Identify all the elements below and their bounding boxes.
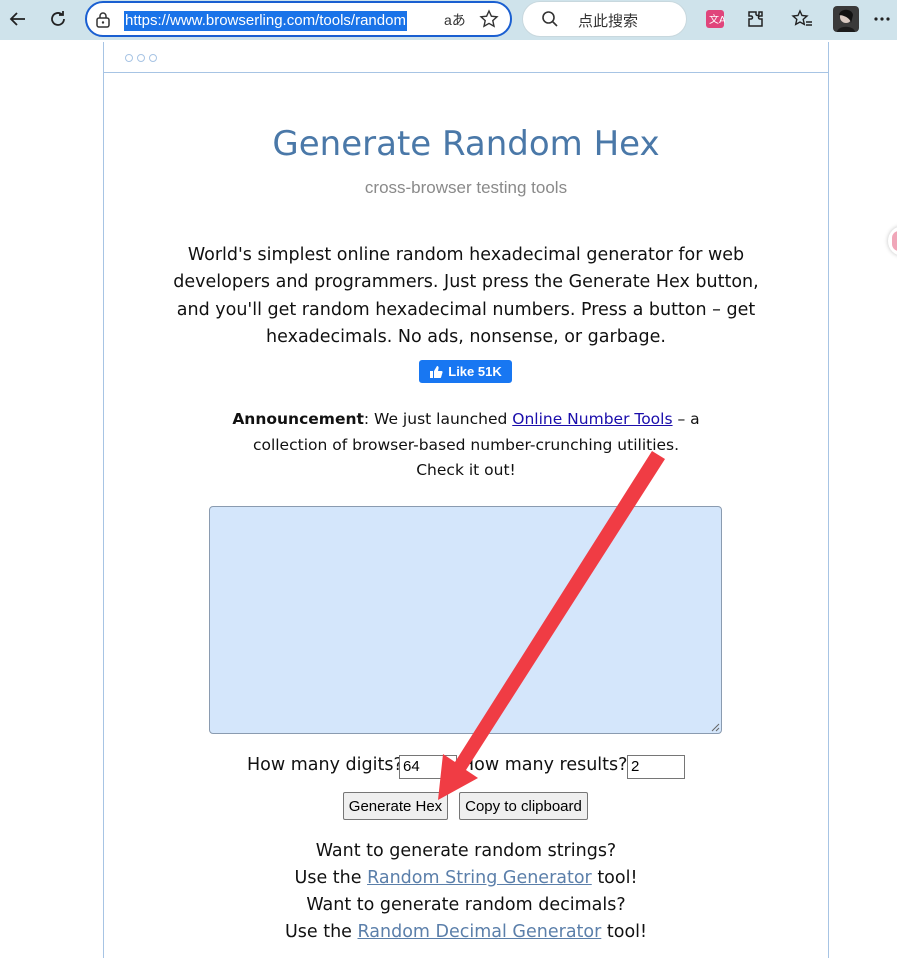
url-text[interactable]: https://www.browserling.com/tools/random — [124, 11, 407, 31]
random-string-generator-link[interactable]: Random String Generator — [367, 868, 592, 888]
search-box[interactable]: 点此搜索 — [522, 1, 687, 37]
intro-text: World's simplest online random hexadecim… — [173, 245, 759, 347]
svg-text:文A: 文A — [709, 13, 725, 26]
window-dots — [125, 54, 157, 62]
back-arrow-icon[interactable] — [2, 4, 34, 34]
refresh-icon[interactable] — [42, 4, 74, 34]
more-line-4: Use the Random Decimal Generator tool! — [103, 919, 829, 946]
online-number-tools-link[interactable]: Online Number Tools — [512, 410, 672, 428]
more-line-3: Want to generate random decimals? — [306, 895, 626, 915]
generate-hex-button[interactable]: Generate Hex — [343, 792, 448, 820]
random-decimal-generator-link[interactable]: Random Decimal Generator — [358, 922, 602, 942]
page-title: Generate Random Hex — [272, 124, 660, 164]
translate-icon[interactable]: 文A — [699, 4, 731, 34]
puzzle-icon[interactable] — [740, 4, 772, 34]
dot-icon — [149, 54, 157, 62]
thumbs-up-icon — [430, 365, 443, 378]
address-bar[interactable]: https://www.browserling.com/tools/random… — [85, 1, 512, 37]
digits-label: How many digits? — [247, 755, 403, 775]
output-textarea[interactable] — [209, 506, 722, 734]
like-label: Like 51K — [448, 364, 502, 379]
digits-input[interactable]: 64 — [399, 755, 457, 779]
results-input[interactable]: 2 — [627, 755, 685, 779]
dot-icon — [137, 54, 145, 62]
frame-header — [103, 42, 829, 73]
more-line-2-before: Use the — [294, 868, 368, 888]
star-icon[interactable] — [479, 9, 499, 33]
page-subtitle: cross-browser testing tools — [364, 178, 568, 197]
more-tools: Want to generate random strings? Use the… — [103, 838, 829, 946]
favorites-icon[interactable] — [786, 4, 818, 34]
more-line-4-before: Use the — [284, 922, 358, 942]
more-line-1: Want to generate random strings? — [315, 841, 617, 861]
avatar[interactable] — [830, 4, 862, 34]
announcement: Announcement: We just launched Online Nu… — [230, 407, 702, 484]
lock-icon[interactable] — [95, 11, 111, 33]
options-row: How many digits? 64 How many results? 2 — [103, 755, 829, 781]
search-icon — [541, 10, 559, 32]
announcement-label: Announcement — [232, 410, 364, 428]
more-line-4-after: tool! — [601, 922, 648, 942]
facebook-like-button[interactable]: Like 51K — [419, 360, 512, 383]
reader-mode-icon[interactable]: aあ — [444, 10, 466, 30]
more-icon[interactable] — [866, 4, 897, 34]
resize-handle-icon[interactable] — [709, 721, 720, 732]
results-label: How many results? — [461, 755, 628, 775]
search-placeholder: 点此搜索 — [578, 12, 639, 30]
dot-icon — [125, 54, 133, 62]
announcement-text-before: : We just launched — [363, 410, 513, 428]
copy-to-clipboard-button[interactable]: Copy to clipboard — [459, 792, 588, 820]
browser-toolbar: https://www.browserling.com/tools/random… — [0, 0, 897, 40]
more-line-2: Use the Random String Generator tool! — [103, 865, 829, 892]
more-line-2-after: tool! — [591, 868, 638, 888]
